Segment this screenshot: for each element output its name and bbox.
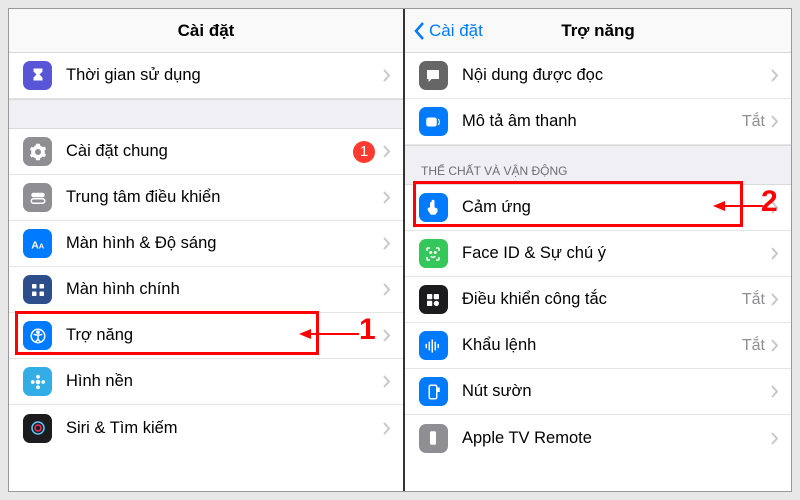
chevron-right-icon [771, 115, 779, 128]
switch-control-icon [419, 285, 448, 314]
svg-text:A: A [38, 241, 44, 250]
chevron-right-icon [383, 283, 391, 296]
toggle-icon [23, 183, 52, 212]
row-value: Tắt [742, 291, 765, 309]
step-number-1: 1 [359, 313, 376, 347]
row-voice-control[interactable]: Khẩu lệnh Tắt [405, 323, 791, 369]
row-label: Face ID & Sự chú ý [462, 244, 771, 263]
tutorial-composite: Cài đặt Thời gian sử dụng Cài đặt chung … [8, 8, 792, 492]
arrow-1 [299, 327, 359, 341]
chevron-right-icon [383, 69, 391, 82]
arrow-2 [713, 199, 763, 213]
chevron-right-icon [771, 432, 779, 445]
chevron-right-icon [771, 69, 779, 82]
nav-bar: Cài đặt [9, 9, 403, 53]
row-value: Tắt [742, 113, 765, 131]
row-face-id[interactable]: Face ID & Sự chú ý [405, 231, 791, 277]
siri-icon [23, 414, 52, 443]
row-wallpaper[interactable]: Hình nền [9, 359, 403, 405]
pane-accessibility: Cài đặt Trợ năng Nội dung được đọc Mô tả… [405, 9, 791, 491]
row-audio-description[interactable]: Mô tả âm thanh Tắt [405, 99, 791, 145]
nav-bar: Cài đặt Trợ năng [405, 9, 791, 53]
chevron-right-icon [383, 329, 391, 342]
row-label: Hình nền [66, 372, 383, 391]
remote-icon [419, 424, 448, 453]
row-label: Màn hình & Độ sáng [66, 234, 383, 253]
step-number-2: 2 [761, 185, 778, 219]
chevron-right-icon [383, 237, 391, 250]
speech-bubble-icon [419, 61, 448, 90]
flower-icon [23, 367, 52, 396]
row-screen-time[interactable]: Thời gian sử dụng [9, 53, 403, 99]
side-button-icon [419, 377, 448, 406]
row-side-button[interactable]: Nút sườn [405, 369, 791, 415]
face-id-icon [419, 239, 448, 268]
row-display[interactable]: AA Màn hình & Độ sáng [9, 221, 403, 267]
text-size-icon: AA [23, 229, 52, 258]
chevron-right-icon [383, 375, 391, 388]
audio-desc-icon [419, 107, 448, 136]
notification-badge: 1 [353, 141, 375, 163]
row-label: Điều khiển công tắc [462, 290, 742, 309]
section-gap [9, 99, 403, 129]
back-label: Cài đặt [429, 21, 483, 41]
row-label: Siri & Tìm kiếm [66, 419, 383, 438]
row-label: Khẩu lệnh [462, 336, 742, 355]
section-header-physical: THỂ CHẤT VÀ VẬN ĐỘNG [405, 145, 791, 185]
gear-icon [23, 137, 52, 166]
chevron-right-icon [771, 293, 779, 306]
voice-icon [419, 331, 448, 360]
accessibility-icon [23, 321, 52, 350]
row-label: Màn hình chính [66, 280, 383, 299]
page-title: Cài đặt [178, 21, 235, 41]
chevron-right-icon [383, 191, 391, 204]
row-label: Nội dung được đọc [462, 66, 771, 85]
chevron-right-icon [771, 385, 779, 398]
row-siri[interactable]: Siri & Tìm kiếm [9, 405, 403, 451]
row-general[interactable]: Cài đặt chung 1 [9, 129, 403, 175]
row-label: Thời gian sử dụng [66, 66, 383, 85]
row-label: Nút sườn [462, 382, 771, 401]
row-home-screen[interactable]: Màn hình chính [9, 267, 403, 313]
accessibility-list: Nội dung được đọc Mô tả âm thanh Tắt THỂ… [405, 53, 791, 461]
back-button[interactable]: Cài đặt [413, 21, 483, 41]
hourglass-icon [23, 61, 52, 90]
row-spoken-content[interactable]: Nội dung được đọc [405, 53, 791, 99]
row-label: Trung tâm điều khiển [66, 188, 383, 207]
touch-icon [419, 193, 448, 222]
page-title: Trợ năng [561, 21, 634, 41]
chevron-right-icon [383, 422, 391, 435]
row-switch-control[interactable]: Điều khiển công tắc Tắt [405, 277, 791, 323]
row-label: Apple TV Remote [462, 429, 771, 448]
row-label: Mô tả âm thanh [462, 112, 742, 131]
pane-settings: Cài đặt Thời gian sử dụng Cài đặt chung … [9, 9, 405, 491]
row-control-center[interactable]: Trung tâm điều khiển [9, 175, 403, 221]
row-apple-tv-remote[interactable]: Apple TV Remote [405, 415, 791, 461]
row-value: Tắt [742, 337, 765, 355]
grid-icon [23, 275, 52, 304]
chevron-right-icon [771, 339, 779, 352]
chevron-right-icon [383, 145, 391, 158]
settings-list: Thời gian sử dụng Cài đặt chung 1 Trung … [9, 53, 403, 451]
chevron-right-icon [771, 247, 779, 260]
row-label: Cài đặt chung [66, 142, 353, 161]
